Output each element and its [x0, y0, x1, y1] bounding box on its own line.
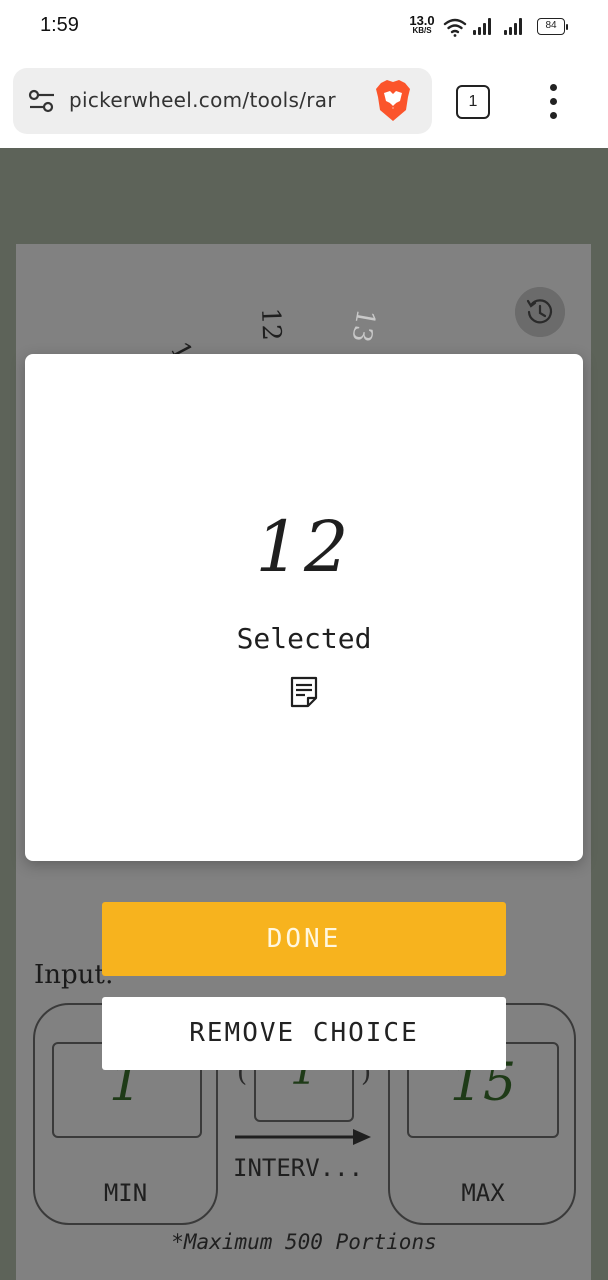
remove-choice-button[interactable]: REMOVE CHOICE	[102, 997, 506, 1070]
network-speed-unit: KB/S	[412, 26, 432, 35]
wifi-icon	[443, 18, 467, 37]
signal-icon	[504, 18, 522, 35]
url-text[interactable]: pickerwheel.com/tools/rar	[69, 88, 369, 112]
browser-toolbar: pickerwheel.com/tools/rar 1	[0, 56, 608, 148]
status-icons	[443, 18, 522, 37]
status-bar: 1:59 13.0 KB/S 84	[0, 0, 608, 56]
interval-group: ( 1 ) INTERV...	[233, 1044, 378, 1208]
tab-switcher-button[interactable]: 1	[456, 85, 490, 119]
min-label: MIN	[103, 1179, 148, 1207]
status-time: 1:59	[40, 14, 79, 36]
tune-icon[interactable]	[27, 87, 57, 115]
result-value: 12	[255, 506, 353, 588]
battery-indicator: 84	[537, 18, 568, 35]
arrow-right-icon	[235, 1129, 371, 1145]
result-dialog: 12 Selected	[25, 354, 583, 861]
address-bar[interactable]: pickerwheel.com/tools/rar	[13, 68, 432, 134]
wheel-label: 13	[345, 307, 380, 345]
max-label: MAX	[461, 1179, 505, 1207]
max-portions-note: *Maximum 500 Portions	[171, 1230, 437, 1254]
network-speed: 13.0 KB/S	[408, 14, 436, 35]
signal-icon	[473, 18, 491, 35]
more-vert-icon[interactable]	[545, 84, 563, 120]
interval-label: INTERV...	[233, 1154, 364, 1182]
wheel-label: 12	[255, 307, 286, 341]
result-label: Selected	[236, 622, 372, 655]
history-icon[interactable]	[515, 287, 565, 337]
note-icon[interactable]	[290, 676, 318, 708]
brave-shield-icon[interactable]	[373, 79, 413, 123]
done-button[interactable]: DONE	[102, 902, 506, 976]
